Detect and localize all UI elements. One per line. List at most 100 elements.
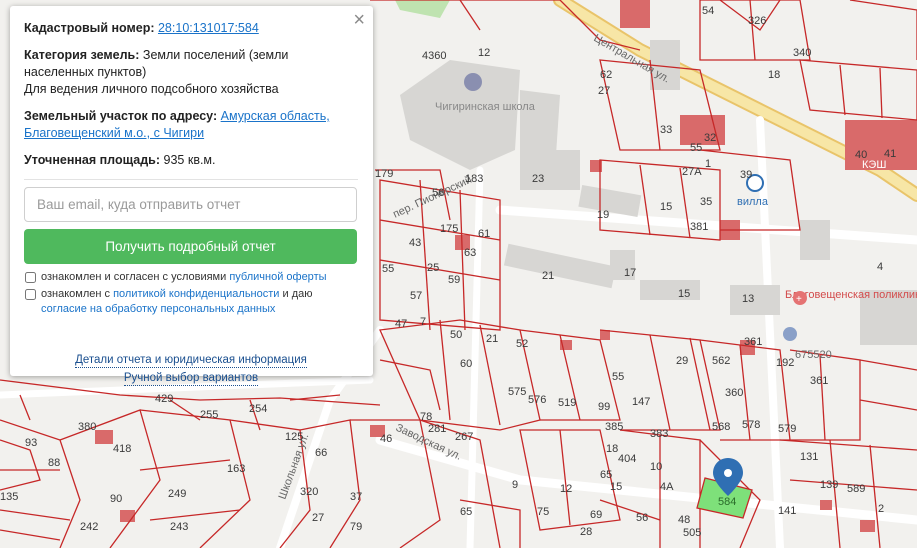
plot-number: 33 xyxy=(660,124,672,136)
plot-number: 18 xyxy=(606,443,618,455)
plot-number: 90 xyxy=(110,493,122,505)
plot-number: 56 xyxy=(636,512,648,524)
plot-number: 29 xyxy=(676,355,688,367)
plot-number: 57 xyxy=(410,290,422,302)
plot-number: 25 xyxy=(427,262,439,274)
plot-number: 385 xyxy=(605,421,623,433)
plot-number: 69 xyxy=(590,509,602,521)
plot-number: 62 xyxy=(600,69,612,81)
plot-number: 63 xyxy=(464,247,476,259)
privacy-link[interactable]: политикой конфиденциальности xyxy=(113,288,279,300)
plot-number: 55 xyxy=(612,371,624,383)
plot-number: 15 xyxy=(610,481,622,493)
plot-number: 46 xyxy=(380,433,392,445)
area-row: Уточненная площадь: 935 кв.м. xyxy=(24,152,358,169)
plot-number: 50 xyxy=(450,329,462,341)
plot-number: 59 xyxy=(448,274,460,286)
close-icon[interactable]: × xyxy=(353,10,365,30)
plot-number: 17 xyxy=(624,267,636,279)
consent-offer-checkbox[interactable] xyxy=(25,272,36,283)
plot-number: 404 xyxy=(618,453,636,465)
plot-number: 56 xyxy=(432,187,444,199)
plot-number: 135 xyxy=(0,491,18,503)
plot-number: 589 xyxy=(847,483,865,495)
email-field[interactable] xyxy=(24,187,357,222)
manual-selection-link[interactable]: Ручной выбор вариантов xyxy=(123,371,259,386)
plot-number: 380 xyxy=(78,421,96,433)
cadastral-link[interactable]: 28:10:131017:584 xyxy=(158,21,259,35)
consent-privacy: ознакомлен с политикой конфиденциальност… xyxy=(24,287,358,317)
plot-number: 13 xyxy=(742,293,754,305)
plot-number: 125 xyxy=(285,431,303,443)
plot-number: 141 xyxy=(778,505,796,517)
plot-number: 320 xyxy=(300,486,318,498)
plot-number: 579 xyxy=(778,423,796,435)
offer-link[interactable]: публичной оферты xyxy=(229,271,326,283)
plot-number: 21 xyxy=(486,333,498,345)
plot-number: 99 xyxy=(598,401,610,413)
plot-number: 65 xyxy=(600,469,612,481)
plot-number: 40 xyxy=(855,149,867,161)
plot-number: 179 xyxy=(375,168,393,180)
category-label: Категория земель: xyxy=(24,48,140,62)
category-row: Категория земель: Земли поселений (земли… xyxy=(24,47,358,98)
personal-data-link[interactable]: согласие на обработку персональных данны… xyxy=(41,303,275,315)
plot-number: 21 xyxy=(542,270,554,282)
plot-number: 418 xyxy=(113,443,131,455)
plot-number: 15 xyxy=(678,288,690,300)
plot-number: 55 xyxy=(382,263,394,275)
footer-links: Детали отчета и юридическая информация Р… xyxy=(24,352,358,388)
plot-number: 192 xyxy=(776,357,794,369)
plot-number: 61 xyxy=(478,228,490,240)
plot-number: 65 xyxy=(460,506,472,518)
plot-number: 55 xyxy=(690,142,702,154)
plot-number: 35 xyxy=(700,196,712,208)
plot-number: 254 xyxy=(249,403,267,415)
plot-number: 52 xyxy=(516,338,528,350)
plot-number: 242 xyxy=(80,521,98,533)
plot-number: 47 xyxy=(395,318,407,330)
plot-number: 12 xyxy=(560,483,572,495)
plot-number: 75 xyxy=(537,506,549,518)
plot-number: 37 xyxy=(350,491,362,503)
consent-privacy-checkbox[interactable] xyxy=(25,289,36,300)
plot-number: 19 xyxy=(597,209,609,221)
plot-number: 175 xyxy=(440,223,458,235)
school-icon xyxy=(464,73,482,91)
plot-number: 147 xyxy=(632,396,650,408)
plot-number: 505 xyxy=(683,527,701,539)
plot-number: 32 xyxy=(704,132,716,144)
get-report-button[interactable]: Получить подробный отчет xyxy=(24,229,357,264)
plot-number: 340 xyxy=(793,47,811,59)
address-row: Земельный участок по адресу: Амурская об… xyxy=(24,108,358,142)
plot-number: 361 xyxy=(744,336,762,348)
plot-number: 381 xyxy=(690,221,708,233)
category-use: Для ведения личного подсобного хозяйства xyxy=(24,82,279,96)
plot-number: 519 xyxy=(558,397,576,409)
plot-number: 243 xyxy=(170,521,188,533)
plot-number: 576 xyxy=(528,394,546,406)
plot-number: 23 xyxy=(532,173,544,185)
plot-number: 1 xyxy=(705,158,711,170)
address-label: Земельный участок по адресу: xyxy=(24,109,218,123)
plot-number: 18 xyxy=(768,69,780,81)
svg-text:+: + xyxy=(796,294,802,305)
details-link[interactable]: Детали отчета и юридическая информация xyxy=(75,353,307,368)
plot-number: 255 xyxy=(200,409,218,421)
postcode-label: 675520 xyxy=(795,349,832,361)
plot-number: 88 xyxy=(48,457,60,469)
plot-number: 267 xyxy=(455,431,473,443)
school-label: Чигиринская школа xyxy=(435,101,536,113)
plot-number: 326 xyxy=(748,15,766,27)
plot-number: 249 xyxy=(168,488,186,500)
plot-number: 43 xyxy=(409,237,421,249)
plot-number: 10 xyxy=(650,461,662,473)
pharmacy-label: вилла xyxy=(737,196,769,208)
plot-number: 54 xyxy=(702,5,714,17)
plot-number: 429 xyxy=(155,393,173,405)
plot-number: 139 xyxy=(820,479,838,491)
plot-number: 361 xyxy=(810,375,828,387)
plot-number: 183 xyxy=(465,173,483,185)
plot-number: 163 xyxy=(227,463,245,475)
plot-number: 28 xyxy=(580,526,592,538)
